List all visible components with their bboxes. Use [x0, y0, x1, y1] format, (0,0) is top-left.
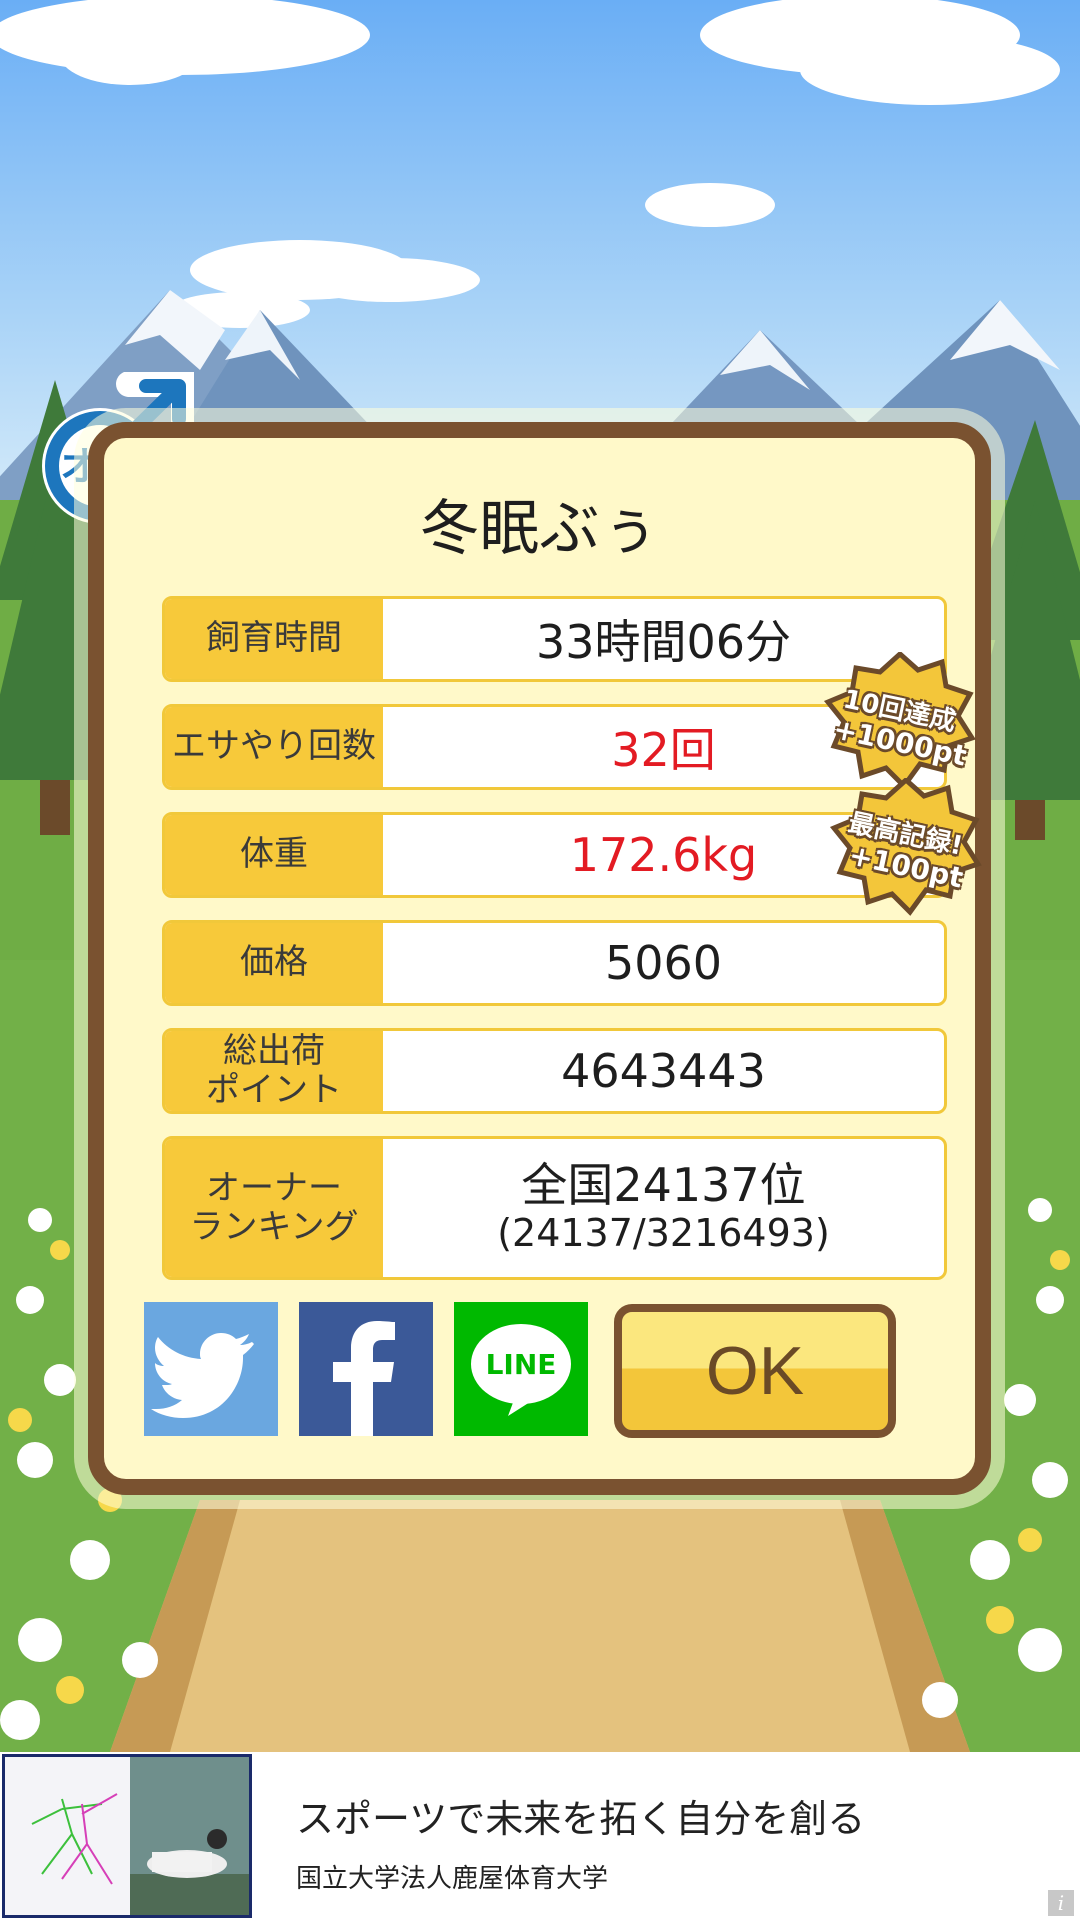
twitter-bird-icon [151, 1333, 254, 1418]
ranking-detail: (24137/3216493) [497, 1210, 830, 1255]
ad-title[interactable]: スポーツで未来を拓く自分を創る [296, 1788, 865, 1843]
stat-row-total-points: 総出荷 ポイント 4643443 [162, 1028, 947, 1114]
stat-label: 飼育時間 [165, 599, 383, 679]
achievement-badge-record: 最高記録! +100pt [826, 776, 986, 918]
stat-label: 価格 [165, 923, 383, 1003]
achievement-badge-feed: 10回達成 +1000pt [820, 650, 980, 792]
line-share-button[interactable]: LINE [454, 1302, 588, 1436]
stat-label: オーナー ランキング [165, 1139, 383, 1277]
stat-label: 総出荷 ポイント [165, 1031, 383, 1111]
ad-thumbnail-image [2, 1754, 252, 1918]
ranking-main: 全国24137位 [521, 1157, 806, 1212]
stat-row-price: 価格 5060 [162, 920, 947, 1006]
facebook-share-button[interactable] [299, 1302, 433, 1436]
line-logo-icon: LINE [471, 1324, 571, 1416]
facebook-f-icon [333, 1321, 395, 1436]
stat-value: 4643443 [561, 1044, 766, 1098]
stat-label: エサやり回数 [165, 707, 383, 787]
ok-button[interactable]: OK [614, 1304, 896, 1438]
stat-label: 体重 [165, 815, 383, 895]
ad-advertiser: 国立大学法人鹿屋体育大学 [296, 1864, 609, 1894]
twitter-share-button[interactable] [144, 1302, 278, 1436]
stat-value: 5060 [604, 936, 723, 990]
ad-banner[interactable]: スポーツで未来を拓く自分を創る 国立大学法人鹿屋体育大学 i [0, 1752, 1080, 1920]
stat-value: 全国24137位 (24137/3216493) [383, 1139, 944, 1277]
line-logo-text: LINE [486, 1348, 557, 1381]
ad-info-icon[interactable]: i [1048, 1890, 1074, 1916]
stat-row-owner-ranking: オーナー ランキング 全国24137位 (24137/3216493) [162, 1136, 947, 1280]
pig-name-title: 冬眠ぶぅ [419, 494, 660, 564]
